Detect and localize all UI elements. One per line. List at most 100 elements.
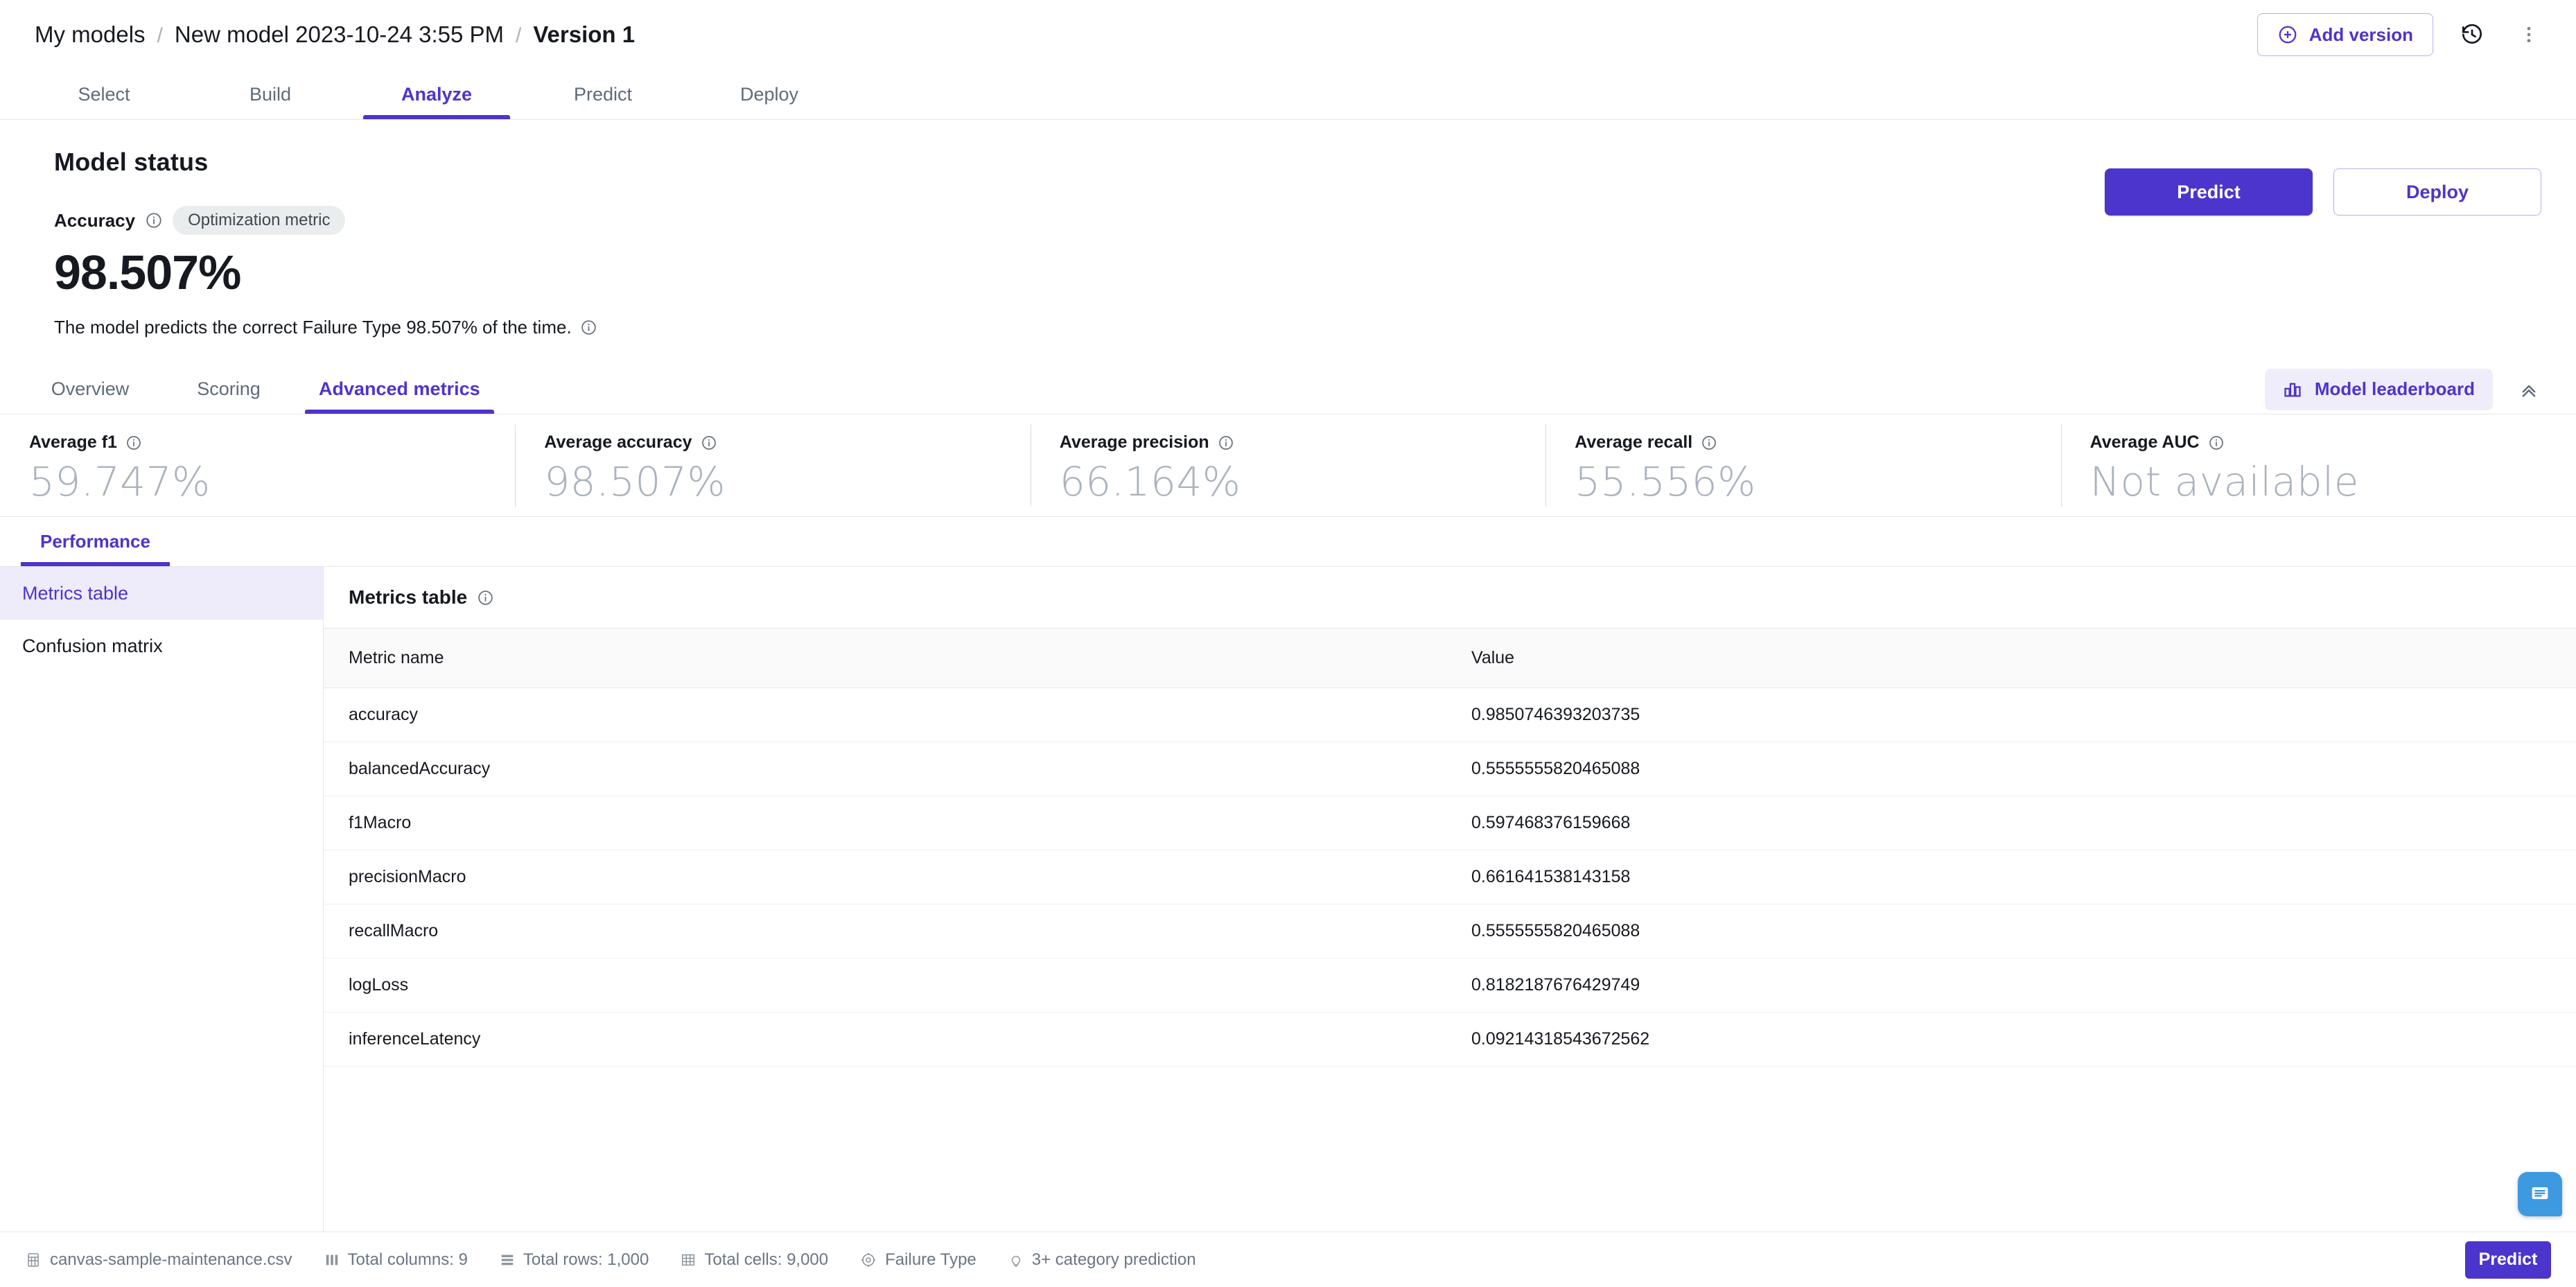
- info-icon-description[interactable]: [580, 319, 597, 336]
- status-item-label: 3+ category prediction: [1031, 1250, 1196, 1269]
- table-row: inferenceLatency 0.09214318543672562: [324, 1012, 2576, 1067]
- status-bar: canvas-sample-maintenance.csv Total colu…: [0, 1232, 2576, 1287]
- metric-card-label: Average accuracy: [544, 432, 1030, 453]
- panel-title: Metrics table: [349, 586, 468, 608]
- more-vertical-icon[interactable]: [2511, 17, 2547, 53]
- predict-button[interactable]: Predict: [2105, 168, 2313, 216]
- tab-predict[interactable]: Predict: [520, 69, 686, 119]
- column-header-metric-name[interactable]: Metric name: [324, 628, 1446, 688]
- history-icon[interactable]: [2454, 17, 2490, 53]
- status-badge: Optimization metric: [173, 206, 346, 235]
- metric-card-label: Average recall: [1575, 432, 2060, 453]
- breadcrumb-root[interactable]: My models: [35, 21, 146, 48]
- model-status-description-text: The model predicts the correct Failure T…: [54, 317, 572, 338]
- metric-card-average-recall: Average recall 55.556%: [1545, 414, 2060, 516]
- table-row: f1Macro 0.597468376159668: [324, 796, 2576, 850]
- subtab-advanced-metrics[interactable]: Advanced metrics: [298, 365, 501, 414]
- bar-chart-icon: [2283, 380, 2302, 399]
- status-bar-actions: Predict: [2465, 1241, 2551, 1279]
- metric-card-label-text: Average precision: [1059, 432, 1209, 452]
- cell-metric-name: balancedAccuracy: [324, 742, 1446, 796]
- status-item-columns: Total columns: 9: [324, 1250, 468, 1270]
- add-version-button[interactable]: Add version: [2257, 13, 2433, 56]
- cell-metric-value: 0.597468376159668: [1446, 796, 2576, 850]
- cell-metric-name: f1Macro: [324, 796, 1446, 850]
- info-icon-average-f1[interactable]: [125, 435, 142, 451]
- chevron-double-up-icon[interactable]: [2511, 371, 2547, 408]
- status-item-cells: Total cells: 9,000: [681, 1250, 828, 1270]
- sidebar-item-metrics-table[interactable]: Metrics table: [0, 567, 323, 620]
- subtab-scoring[interactable]: Scoring: [159, 365, 298, 414]
- rows-icon: [500, 1252, 515, 1268]
- accuracy-value: 98.507%: [54, 245, 241, 299]
- table-row: accuracy 0.9850746393203735: [324, 688, 2576, 742]
- info-icon-average-accuracy[interactable]: [701, 435, 717, 451]
- table-row: precisionMacro 0.661641538143158: [324, 850, 2576, 904]
- column-header-value[interactable]: Value: [1446, 628, 2576, 688]
- metric-card-label: Average AUC: [2090, 432, 2576, 453]
- analyze-content: Metrics table Metric name Value accuracy…: [323, 567, 2576, 1232]
- advanced-metric-cards: Average f1 59.747% Average accuracy 98.5…: [0, 414, 2576, 517]
- footer-predict-button[interactable]: Predict: [2465, 1241, 2551, 1279]
- metric-card-label-text: Average accuracy: [544, 432, 692, 452]
- status-item-dataset[interactable]: canvas-sample-maintenance.csv: [25, 1250, 292, 1270]
- tab-deploy[interactable]: Deploy: [686, 69, 852, 119]
- subtab-overview[interactable]: Overview: [21, 365, 159, 414]
- cell-metric-name: logLoss: [324, 958, 1446, 1013]
- status-item-label: canvas-sample-maintenance.csv: [50, 1250, 292, 1269]
- top-bar: My models / New model 2023-10-24 3:55 PM…: [0, 0, 2576, 69]
- sub-tab-bar: Overview Scoring Advanced metrics Model …: [0, 365, 2576, 414]
- cell-metric-name: recallMacro: [324, 904, 1446, 958]
- metric-card-average-f1: Average f1 59.747%: [0, 414, 515, 516]
- metric-card-value: 55.556%: [1575, 458, 1756, 505]
- performance-tab-bar: Performance: [0, 517, 2576, 567]
- cell-metric-value: 0.5555555820465088: [1446, 742, 2576, 796]
- metric-card-label-text: Average AUC: [2089, 432, 2200, 452]
- breadcrumb-model[interactable]: New model 2023-10-24 3:55 PM: [175, 21, 504, 48]
- status-item-target-column: Failure Type: [860, 1250, 976, 1270]
- status-item-label: Total rows: 1,000: [523, 1250, 649, 1269]
- status-item-prediction-type: 3+ category prediction: [1008, 1250, 1196, 1270]
- model-leaderboard-button[interactable]: Model leaderboard: [2264, 368, 2493, 410]
- info-icon-average-recall[interactable]: [1701, 435, 1717, 451]
- top-bar-actions: Add version: [2257, 13, 2547, 56]
- panel-header: Metrics table: [324, 567, 2576, 628]
- info-icon-metrics-table[interactable]: [477, 589, 494, 606]
- metric-card-value: 59.747%: [29, 458, 211, 505]
- analyze-sidebar: Metrics table Confusion matrix: [0, 567, 323, 1232]
- model-status-actions: Predict Deploy: [2105, 168, 2541, 216]
- info-icon-accuracy[interactable]: [145, 211, 163, 229]
- status-item-label: Total columns: 9: [347, 1250, 468, 1269]
- status-item-rows: Total rows: 1,000: [500, 1250, 649, 1270]
- dataset-icon: [25, 1252, 42, 1268]
- table-row: recallMacro 0.5555555820465088: [324, 904, 2576, 958]
- cell-metric-name: precisionMacro: [324, 850, 1446, 904]
- chat-widget-button[interactable]: [2518, 1172, 2562, 1216]
- metrics-table-body: accuracy 0.9850746393203735 balancedAccu…: [324, 688, 2576, 1067]
- cell-metric-value: 0.5555555820465088: [1446, 904, 2576, 958]
- metric-card-label-text: Average f1: [29, 432, 117, 452]
- metric-card-average-accuracy: Average accuracy 98.507%: [515, 414, 1030, 516]
- add-version-label: Add version: [2308, 24, 2413, 45]
- metric-card-average-auc: Average AUC Not available: [2060, 414, 2576, 516]
- main-tab-bar: Select Build Analyze Predict Deploy: [0, 69, 2576, 120]
- metric-card-value: 98.507%: [544, 458, 726, 505]
- columns-icon: [324, 1252, 340, 1268]
- tab-analyze[interactable]: Analyze: [353, 69, 520, 119]
- status-item-label: Failure Type: [885, 1250, 976, 1269]
- tab-build[interactable]: Build: [187, 69, 353, 119]
- tab-performance[interactable]: Performance: [21, 517, 170, 566]
- sidebar-item-confusion-matrix[interactable]: Confusion matrix: [0, 620, 323, 672]
- deploy-button[interactable]: Deploy: [2333, 168, 2541, 216]
- metric-card-value: Not available: [2089, 458, 2359, 505]
- cell-metric-value: 0.661641538143158: [1446, 850, 2576, 904]
- canvas-app-window: My models / New model 2023-10-24 3:55 PM…: [0, 0, 2576, 1287]
- cells-icon: [681, 1252, 696, 1268]
- cell-metric-value: 0.9850746393203735: [1446, 688, 2576, 742]
- model-leaderboard-label: Model leaderboard: [2314, 378, 2475, 399]
- info-icon-average-precision[interactable]: [1218, 435, 1234, 451]
- breadcrumb-separator-1: /: [157, 24, 163, 47]
- metric-card-label: Average precision: [1060, 432, 1545, 453]
- info-icon-average-auc[interactable]: [2208, 435, 2225, 451]
- tab-select[interactable]: Select: [21, 69, 187, 119]
